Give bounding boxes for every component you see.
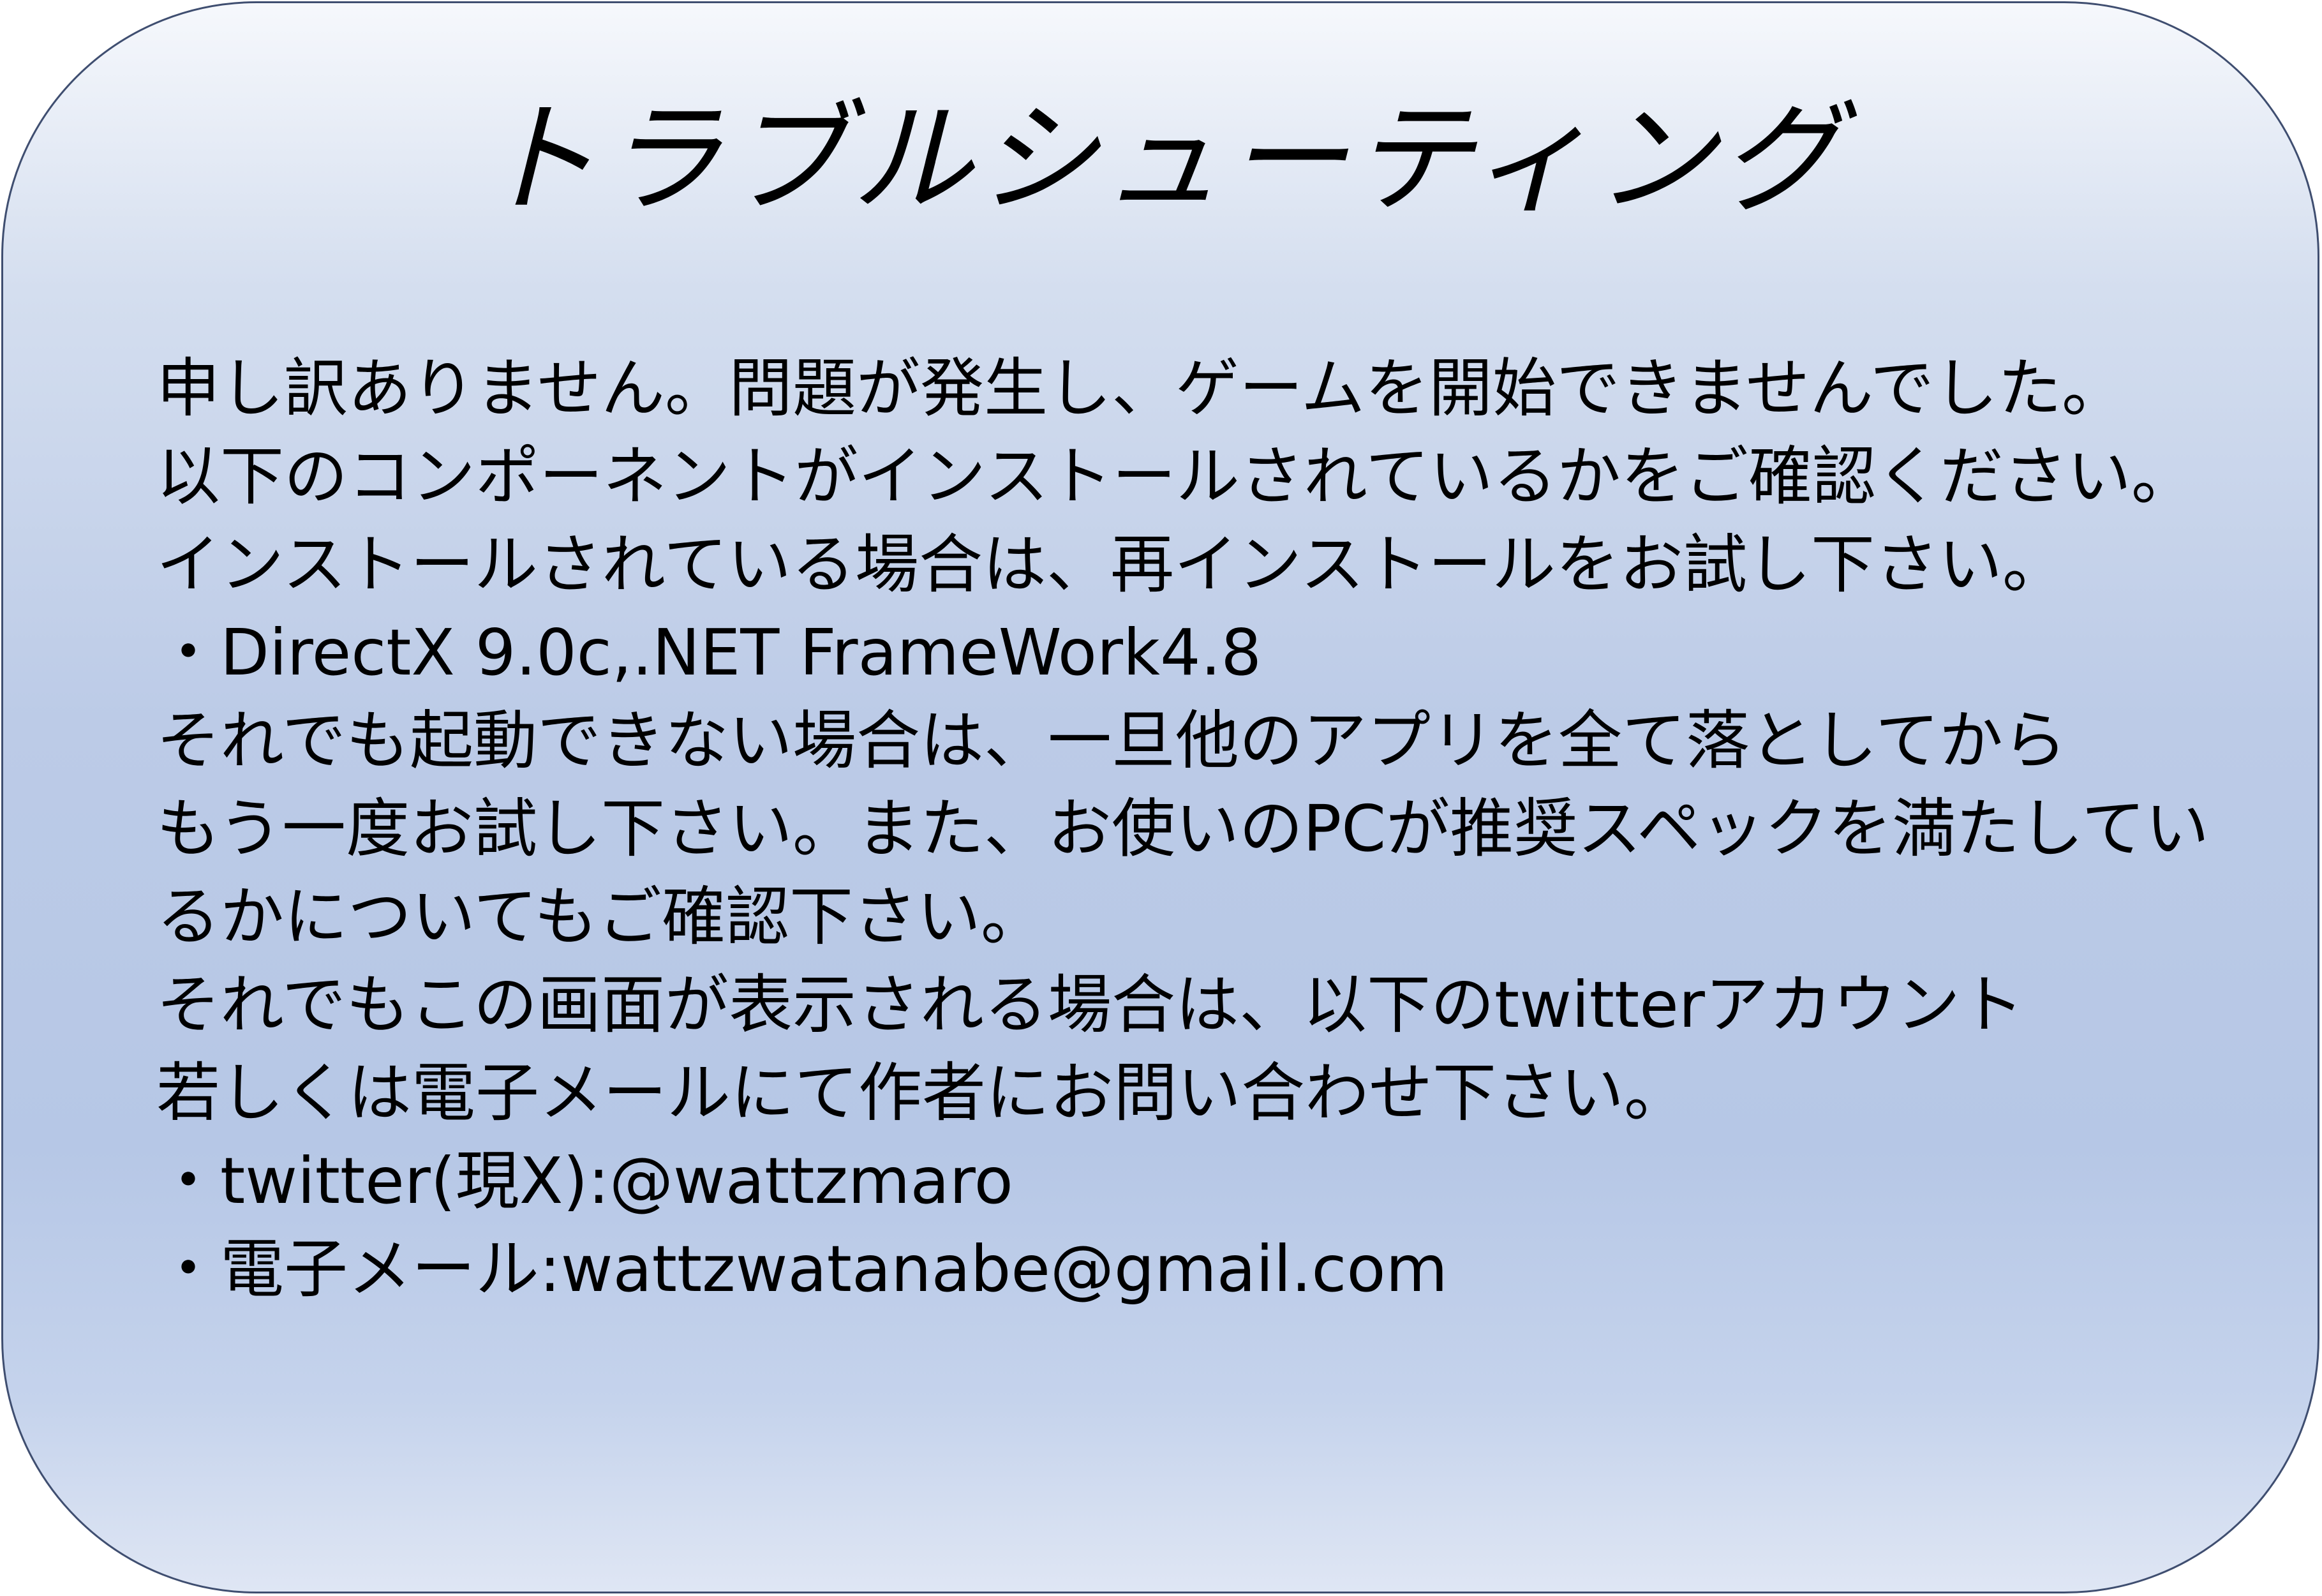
message-line-contact-intro: それでもこの画面が表示される場合は、以下のtwitterアカウント (156, 967, 2024, 1042)
message-line-check-components: 以下のコンポーネントがインストールされているかをご確認ください。 (156, 439, 2195, 514)
contact-email: ・電子メール:wattzwatanabe@gmail.com (156, 1232, 1448, 1306)
message-line-contact-author: 若しくは電子メールにて作者にお問い合わせ下さい。 (156, 1055, 1688, 1130)
message-line-close-apps: それでも起動できない場合は、一旦他のアプリを全て落としてから (156, 703, 2067, 778)
message-body: 申し訳ありません。問題が発生し、ゲームを開始できませんでした。 以下のコンポーネ… (156, 345, 2262, 1313)
contact-twitter: ・twitter(現X):@wattzmaro (156, 1144, 1013, 1218)
message-line-apology: 申し訳ありません。問題が発生し、ゲームを開始できませんでした。 (156, 351, 2125, 426)
message-line-components-list: ・DirectX 9.0c,.NET FrameWork4.8 (156, 615, 1261, 690)
panel-title: トラブルシューティング (476, 89, 1845, 230)
message-line-confirm-spec: るかについてもご確認下さい。 (156, 879, 1045, 954)
message-line-retry-spec: もう一度お試し下さい。また、お使いのPCが推奨スペックを満たしてい (156, 791, 2210, 866)
message-line-reinstall: インストールされている場合は、再インストールをお試し下さい。 (156, 527, 2066, 602)
troubleshooting-panel: トラブルシューティング 申し訳ありません。問題が発生し、ゲームを開始できませんで… (1, 1, 2319, 1593)
